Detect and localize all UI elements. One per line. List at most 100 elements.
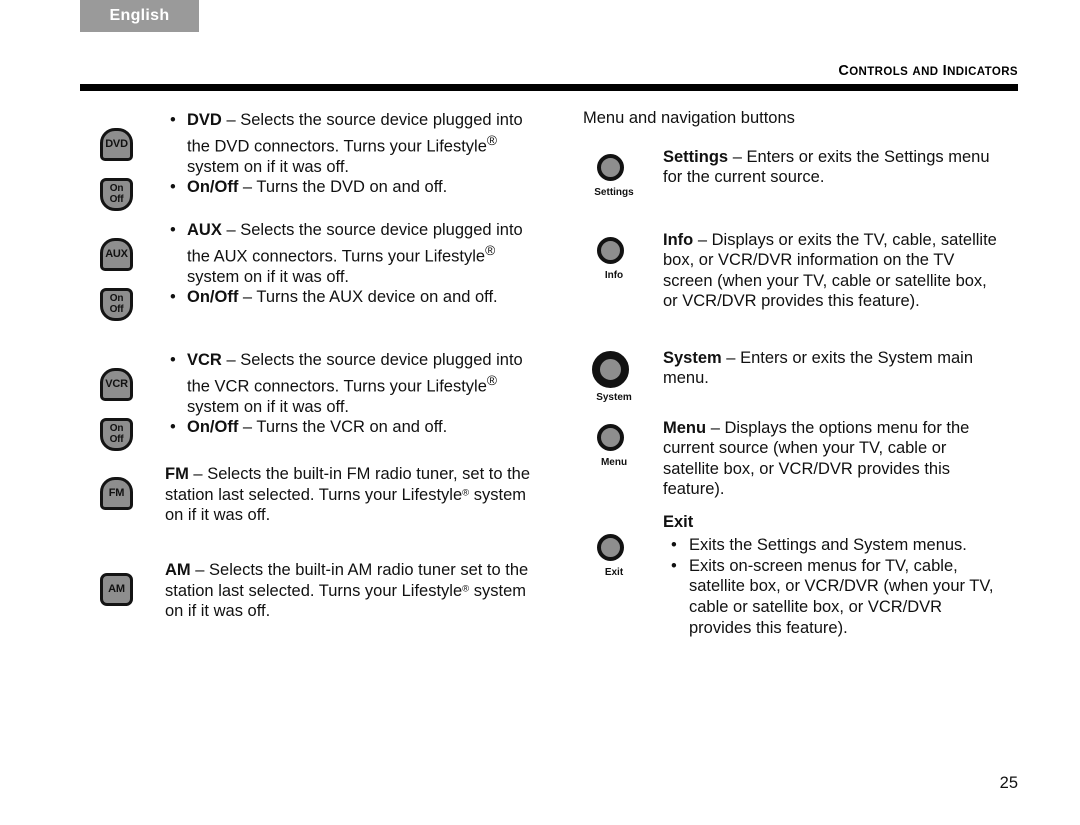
running-head-word-2: AND (912, 66, 939, 78)
description-text: Turns the VCR on and off. (256, 418, 448, 437)
aux-icon-glyph: AUX (105, 248, 128, 260)
exit-entry: Exit Exit • Exits the Settings and Syste… (583, 512, 1003, 692)
dash: – (697, 230, 708, 249)
system-description: System – Enters or exits the System main… (663, 348, 1003, 389)
section-title: Menu and navigation buttons (583, 109, 795, 127)
vcr-onoff-icon-glyph-off: Off (109, 433, 124, 445)
fm-description: FM – Selects the built-in FM radio tuner… (165, 464, 535, 526)
left-column: DVD On Off • DVD – Selects the source de… (95, 110, 535, 638)
dvd-text-block: • DVD – Selects the source device plugge… (165, 110, 535, 210)
system-icon-label: System (596, 391, 632, 403)
am-icon-glyph: AM (108, 583, 125, 595)
exit-button-icon[interactable] (597, 533, 624, 561)
aux-group: AUX On Off • AUX – Selects the source de… (95, 220, 535, 342)
settings-entry: Settings Settings – Enters or exits the … (583, 147, 1003, 219)
running-head-word-1-rest: ONTROLS (849, 66, 909, 78)
language-tab: English (80, 0, 199, 32)
dash: – (226, 221, 236, 239)
term-label: On/Off (187, 418, 239, 437)
term-label: Menu (663, 418, 707, 437)
info-text-block: Info – Displays or exits the TV, cable, … (663, 230, 1003, 338)
dvd-icon-glyph: DVD (105, 138, 128, 150)
description-text: Selects the source device plugged into t… (187, 351, 523, 396)
right-column: Menu and navigation buttons Settings Set… (583, 108, 1003, 692)
term-label: System (663, 348, 722, 367)
info-entry: Info Info – Displays or exits the TV, ca… (583, 230, 1003, 338)
vcr-source-button-icon[interactable]: VCR (100, 368, 133, 401)
settings-button-icon[interactable] (597, 153, 624, 181)
vcr-group: VCR On Off • VCR – Selects the source de… (95, 350, 535, 451)
description-text: Displays or exits the TV, cable, satelli… (663, 230, 997, 311)
list-item: • Exits on-screen menus for TV, cable, s… (663, 556, 1003, 638)
bullet-dot: • (170, 351, 176, 369)
menu-button-icon[interactable] (597, 423, 624, 451)
description-text: Selects the source device plugged into t… (187, 221, 523, 266)
bullet-dot: • (170, 288, 176, 307)
am-group: AM AM – Selects the built-in AM radio tu… (95, 560, 535, 638)
list-item: • AUX – Selects the source device plugge… (165, 220, 535, 287)
exit-bullet-list: • Exits the Settings and System menus. •… (663, 535, 1003, 638)
menu-description: Menu – Displays the options menu for the… (663, 418, 1003, 500)
aux-onoff-button-icon[interactable]: On Off (100, 288, 133, 321)
system-button-icon[interactable] (592, 350, 629, 388)
menu-icon-label: Menu (600, 456, 628, 468)
description-text-after: system on if it was off. (187, 267, 350, 286)
am-description: AM – Selects the built-in AM radio tuner… (165, 560, 535, 622)
exit-icon-label: Exit (604, 566, 624, 578)
dash: – (226, 111, 236, 129)
am-text-block: AM – Selects the built-in AM radio tuner… (165, 560, 535, 638)
am-source-button-icon[interactable]: AM (100, 573, 133, 606)
running-head-word-3-rest: NDICATORS (947, 66, 1018, 78)
info-button-icon[interactable] (597, 236, 624, 264)
list-item: • On/Off – Turns the AUX device on and o… (165, 287, 535, 308)
aux-source-button-icon[interactable]: AUX (100, 238, 133, 271)
fm-icon-glyph: FM (108, 487, 125, 499)
term-label: FM (165, 465, 189, 483)
exit-text-block: Exit • Exits the Settings and System men… (663, 512, 1003, 692)
description-text: Selects the source device plugged into t… (187, 111, 523, 156)
term-label: AM (165, 561, 191, 579)
bullet-dot: • (170, 111, 176, 129)
menu-entry: Menu Menu – Displays the options menu fo… (583, 418, 1003, 506)
vcr-bullet-list: • VCR – Selects the source device plugge… (165, 350, 535, 438)
description-text: Displays the options menu for the curren… (663, 418, 970, 499)
settings-text-block: Settings – Enters or exits the Settings … (663, 147, 1003, 219)
exit-heading: Exit (663, 512, 694, 531)
description-text-after: system on if it was off. (187, 397, 350, 416)
aux-onoff-icon-glyph-off: Off (109, 303, 124, 315)
term-label: Settings (663, 147, 729, 166)
vcr-onoff-button-icon[interactable]: On Off (100, 418, 133, 451)
term-label: DVD (187, 111, 222, 129)
aux-bullet-list: • AUX – Selects the source device plugge… (165, 220, 535, 308)
registered-mark: ® (486, 132, 498, 148)
menu-text-block: Menu – Displays the options menu for the… (663, 418, 1003, 506)
system-entry: System System – Enters or exits the Syst… (583, 348, 1003, 414)
dvd-onoff-button-icon[interactable]: On Off (100, 178, 133, 211)
dash: – (193, 465, 203, 483)
list-item: • On/Off – Turns the VCR on and off. (165, 417, 535, 438)
term-label: VCR (187, 351, 222, 369)
bullet-dot: • (671, 536, 677, 555)
description-text: Turns the DVD on and off. (256, 178, 448, 197)
running-head-word-1: C (838, 63, 850, 79)
list-item: • Exits the Settings and System menus. (663, 535, 1003, 556)
bullet-dot: • (170, 221, 176, 239)
settings-description: Settings – Enters or exits the Settings … (663, 147, 1003, 188)
term-label: Info (663, 230, 694, 249)
description-text: Exits the Settings and System menus. (689, 536, 967, 555)
dash: – (242, 288, 253, 307)
running-head: CONTROLS AND INDICATORS (838, 63, 1018, 79)
info-description: Info – Displays or exits the TV, cable, … (663, 230, 1003, 312)
header-rule (80, 84, 1018, 91)
dash: – (710, 418, 720, 437)
info-icon-label: Info (604, 269, 624, 281)
vcr-text-block: • VCR – Selects the source device plugge… (165, 350, 535, 450)
language-tab-label: English (109, 7, 170, 24)
vcr-onoff-icon-glyph-on: On (109, 423, 124, 434)
bullet-dot: • (170, 178, 176, 197)
dvd-onoff-icon-glyph-off: Off (109, 193, 124, 205)
description-text-after: system on if it was off. (187, 157, 350, 176)
fm-source-button-icon[interactable]: FM (100, 477, 133, 510)
dvd-source-button-icon[interactable]: DVD (100, 128, 133, 161)
dash: – (195, 561, 205, 579)
